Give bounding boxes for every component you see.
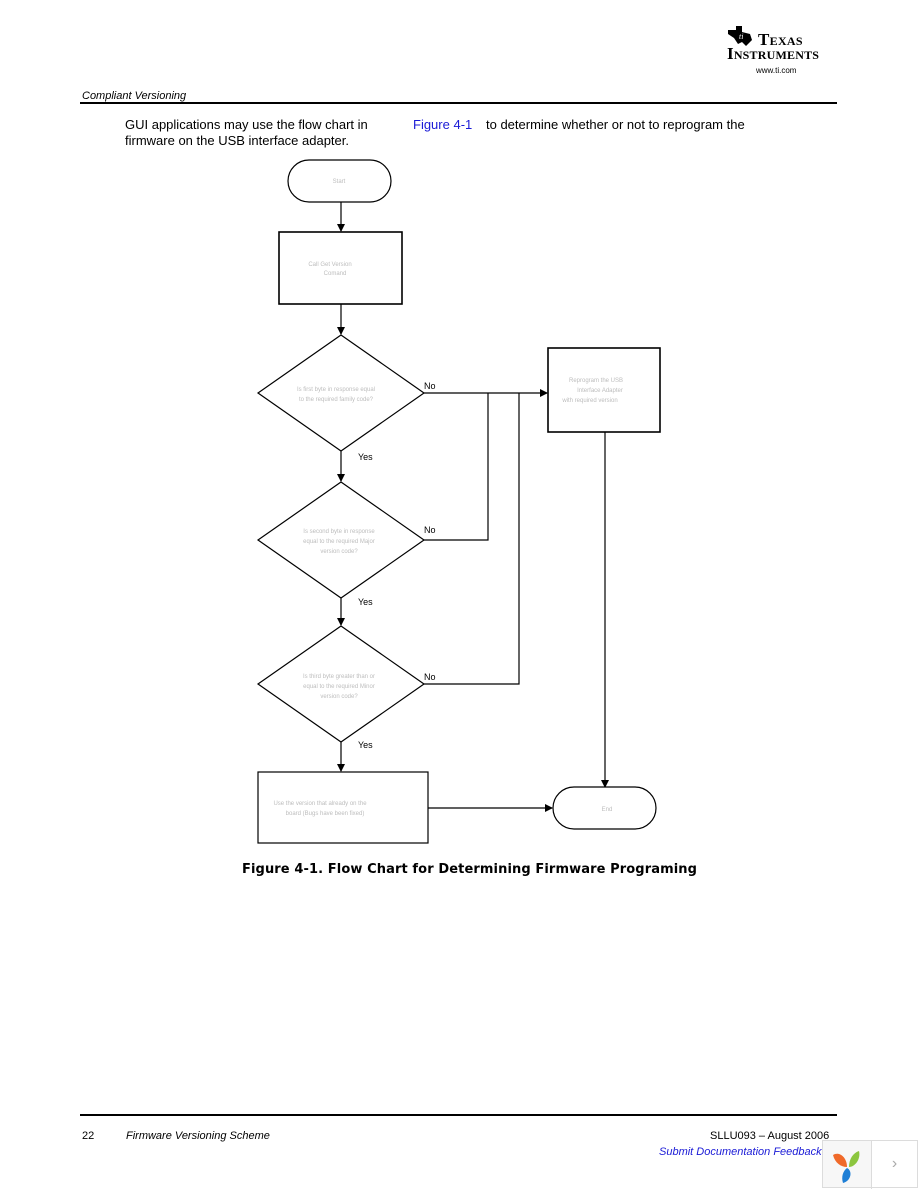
decision2-no-label: No — [424, 525, 436, 535]
footer-divider — [80, 1114, 837, 1116]
end-node: End — [552, 786, 657, 830]
next-page-button[interactable]: › — [872, 1141, 917, 1187]
doc-id: SLLU093 – August 2006 — [710, 1130, 830, 1142]
page-number: 22 — [82, 1130, 95, 1142]
svg-text:Comand: Comand — [324, 271, 347, 277]
viewer-widget: › — [822, 1140, 918, 1189]
decision1-yes-label: Yes — [358, 452, 373, 462]
svg-text:version code?: version code? — [320, 549, 358, 555]
decision1-no-label: No — [424, 381, 436, 391]
footer-doc-title: Firmware Versioning Scheme — [126, 1130, 270, 1142]
start-node: Start — [287, 159, 392, 203]
use-existing-node: Use the version that already on the boar… — [257, 771, 429, 844]
svg-text:Reprogram the USB: Reprogram the USB — [569, 378, 623, 384]
decision-major-version: Is second byte in response equal to the … — [256, 481, 426, 599]
svg-text:Is first byte in response equa: Is first byte in response equal — [297, 387, 375, 393]
flowchart: Start Call Get Version Comand Is first b… — [256, 159, 661, 844]
connector-decision3-no — [424, 393, 520, 685]
svg-text:Is second byte in response: Is second byte in response — [303, 529, 375, 535]
svg-text:to the required family code?: to the required family code? — [299, 397, 374, 403]
app-logo-icon[interactable] — [823, 1141, 872, 1189]
svg-text:equal to the required Minor: equal to the required Minor — [303, 684, 375, 690]
svg-text:version code?: version code? — [320, 694, 358, 700]
svg-text:Use the version that already o: Use the version that already on the — [273, 801, 367, 807]
svg-text:Call Get Version: Call Get Version — [308, 262, 351, 268]
svg-text:board (Bugs have been fixed): board (Bugs have been fixed) — [286, 811, 365, 817]
figure-caption: Figure 4-1. Flow Chart for Determining F… — [242, 862, 698, 877]
decision-family-code: Is first byte in response equal to the r… — [256, 334, 426, 452]
decision2-yes-label: Yes — [358, 597, 373, 607]
svg-text:Is third byte greater than or: Is third byte greater than or — [303, 674, 375, 680]
start-label: Start — [333, 179, 346, 185]
decision-minor-version: Is third byte greater than or equal to t… — [256, 625, 426, 743]
get-version-node: Call Get Version Comand — [278, 231, 403, 305]
svg-text:equal to the required Major: equal to the required Major — [303, 539, 375, 545]
end-label: End — [602, 807, 613, 813]
decision3-yes-label: Yes — [358, 740, 373, 750]
svg-text:with required version: with required version — [561, 398, 617, 404]
reprogram-node: Reprogram the USB Interface Adapter with… — [547, 347, 661, 433]
feedback-link[interactable]: Submit Documentation Feedback — [659, 1146, 822, 1158]
decision3-no-label: No — [424, 672, 436, 682]
svg-text:Interface Adapter: Interface Adapter — [577, 388, 623, 394]
connector-decision2-no — [424, 393, 489, 541]
